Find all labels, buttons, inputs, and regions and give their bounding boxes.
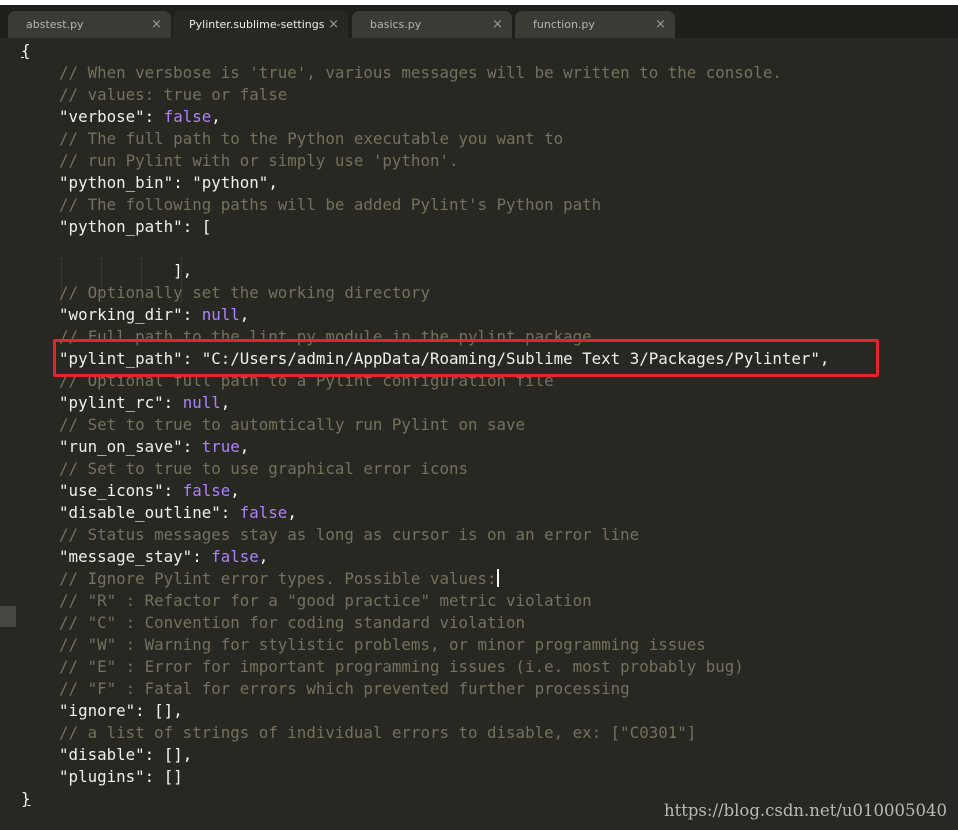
comment-line: // values: true or false — [59, 85, 288, 104]
tab-label: Pylinter.sublime-settings — [189, 18, 325, 31]
tab-function[interactable]: function.py × — [515, 11, 675, 38]
tab-abstest[interactable]: abstest.py × — [8, 11, 171, 38]
value-run-on-save: true — [201, 437, 240, 456]
value-use-icons: false — [182, 481, 231, 500]
comment-line: // Optionally set the working directory — [59, 283, 430, 302]
open-brace: { — [21, 41, 31, 60]
comment-line: // "F" : Fatal for errors which prevente… — [59, 679, 630, 698]
tab-basics[interactable]: basics.py × — [352, 11, 512, 38]
key-verbose: "verbose" — [59, 107, 145, 126]
comment-line: // Status messages stay as long as curso… — [59, 525, 640, 544]
comment-line: // Ignore Pylint error types. Possible v… — [59, 569, 497, 588]
value-ignore: [], — [154, 701, 183, 720]
value-verbose: false — [163, 107, 212, 126]
close-icon[interactable]: × — [492, 11, 503, 38]
comment-line: // "R" : Refactor for a "good practice" … — [59, 591, 592, 610]
close-icon[interactable]: × — [328, 11, 339, 38]
value-working-dir: null — [201, 305, 240, 324]
value-disable: [], — [163, 745, 193, 764]
key-disable: "disable" — [59, 745, 145, 764]
key-python-bin: "python_bin" — [59, 173, 174, 192]
code-text[interactable]: { // When versbose is 'true', various me… — [21, 40, 829, 810]
comment-line: // Set to true to use graphical error ic… — [59, 459, 468, 478]
key-python-path: "python_path" — [59, 217, 183, 236]
text-cursor — [496, 569, 499, 587]
tab-label: basics.py — [370, 18, 422, 31]
comment-line: // When versbose is 'true', various mess… — [59, 63, 782, 82]
key-plugins: "plugins" — [59, 767, 145, 786]
comment-line: // Set to true to automtically run Pylin… — [59, 415, 526, 434]
close-icon[interactable]: × — [655, 11, 666, 38]
key-use-icons: "use_icons" — [59, 481, 164, 500]
comment-line: // The full path to the Python executabl… — [59, 129, 564, 148]
watermark: https://blog.csdn.net/u010005040 — [663, 801, 947, 820]
code-editor[interactable]: { // When versbose is 'true', various me… — [0, 38, 958, 830]
comment-line: // The following paths will be added Pyl… — [59, 195, 602, 214]
comment-line: // "E" : Error for important programming… — [59, 657, 744, 676]
key-disable-outline: "disable_outline" — [59, 503, 221, 522]
close-icon[interactable]: × — [151, 11, 162, 38]
comment-line: // a list of strings of individual error… — [59, 723, 697, 742]
value-plugins: [] — [163, 767, 183, 786]
value-python-path-close: ], — [173, 261, 193, 280]
value-disable-outline: false — [239, 503, 288, 522]
tab-bar: abstest.py × Pylinter.sublime-settings ×… — [0, 5, 958, 38]
close-brace: } — [21, 789, 31, 808]
key-pylint-rc: "pylint_rc" — [59, 393, 164, 412]
key-run-on-save: "run_on_save" — [59, 437, 183, 456]
key-working-dir: "working_dir" — [59, 305, 183, 324]
comment-line: // "W" : Warning for stylistic problems,… — [59, 635, 706, 654]
value-message-stay: false — [211, 547, 259, 566]
highlight-box — [53, 339, 879, 377]
value-python-path-open: [ — [201, 217, 212, 236]
tab-pylinter-settings[interactable]: Pylinter.sublime-settings × — [173, 11, 348, 38]
tab-label: function.py — [533, 18, 595, 31]
key-ignore: "ignore" — [59, 701, 136, 720]
comment-line: // "C" : Convention for coding standard … — [59, 613, 526, 632]
value-pylint-rc: null — [182, 393, 221, 412]
key-message-stay: "message_stay" — [59, 547, 193, 566]
comment-line: // run Pylint with or simply use 'python… — [59, 151, 459, 170]
tab-label: abstest.py — [26, 18, 84, 31]
value-python-bin: "python" — [192, 173, 269, 192]
current-line-gutter-marker — [0, 606, 16, 627]
